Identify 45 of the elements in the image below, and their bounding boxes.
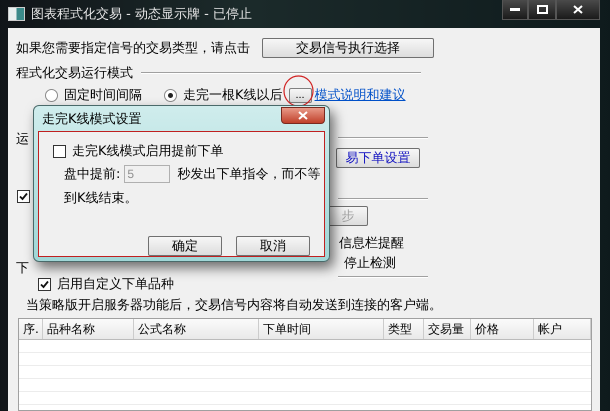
group-heading: 运 <box>16 131 30 148</box>
column-header[interactable]: 交易量 <box>424 319 471 339</box>
app-icon <box>8 7 25 21</box>
group-heading: 下 <box>16 260 30 277</box>
stop-check-label: 停止检测 <box>344 255 396 272</box>
column-header[interactable]: 类型 <box>384 319 424 339</box>
radio-option[interactable]: 走完一根K线以后 <box>164 86 283 104</box>
column-header[interactable]: 价格 <box>471 319 534 339</box>
notify-label: 信息栏提醒 <box>339 235 404 252</box>
signal-select-button[interactable]: 交易信号执行选择 <box>262 38 434 58</box>
radio-button[interactable] <box>164 88 177 102</box>
order-settings-button[interactable]: 易下单设置 <box>336 148 420 168</box>
dialog-button[interactable]: 取消 <box>236 236 310 256</box>
close-button[interactable] <box>556 0 600 20</box>
dialog-button[interactable]: 确定 <box>148 236 222 256</box>
group-heading: 程式化交易运行模式 <box>16 65 133 82</box>
highlight-ellipse <box>283 74 314 108</box>
more-button[interactable]: ... <box>288 88 312 102</box>
column-header[interactable]: 序. <box>19 319 43 339</box>
column-header[interactable]: 帐户 <box>534 319 591 339</box>
checkbox[interactable] <box>53 144 66 158</box>
radio-option[interactable]: 固定时间间隔 <box>45 86 142 104</box>
field-suffix: 秒发出下单指令，而不等 <box>177 166 320 183</box>
checkbox[interactable] <box>17 190 30 203</box>
server-note: 当策略版开启服务器功能后，交易信号内容将自动发送到连接的客户端。 <box>26 297 443 314</box>
signal-type-prompt: 如果您需要指定信号的交易类型，请点击 <box>16 40 250 57</box>
checkbox[interactable] <box>38 278 51 290</box>
maximize-button[interactable] <box>528 0 556 20</box>
checkbox-label: 启用自定义下单品种 <box>57 276 174 293</box>
field-label: 盘中提前: <box>64 166 120 183</box>
help-link[interactable]: 模式说明和建议 <box>314 86 406 104</box>
maximize-icon <box>536 5 548 14</box>
close-icon <box>298 111 308 120</box>
column-header[interactable]: 品种名称 <box>43 319 134 339</box>
dialog-title: 走完K线模式设置 <box>42 110 142 128</box>
checkbox-label: 走完K线模式启用提前下单 <box>72 143 224 160</box>
field-suffix: 到K线结束。 <box>64 190 139 207</box>
close-icon <box>573 5 583 14</box>
radio-button[interactable] <box>45 88 58 102</box>
window-title: 图表程式化交易 - 动态显示牌 - 已停止 <box>31 6 252 23</box>
minimize-button[interactable] <box>502 0 528 20</box>
column-header[interactable]: 下单时间 <box>259 319 384 339</box>
close-button[interactable] <box>281 107 325 124</box>
minimize-icon <box>510 8 520 12</box>
column-header[interactable]: 公式名称 <box>134 319 259 339</box>
